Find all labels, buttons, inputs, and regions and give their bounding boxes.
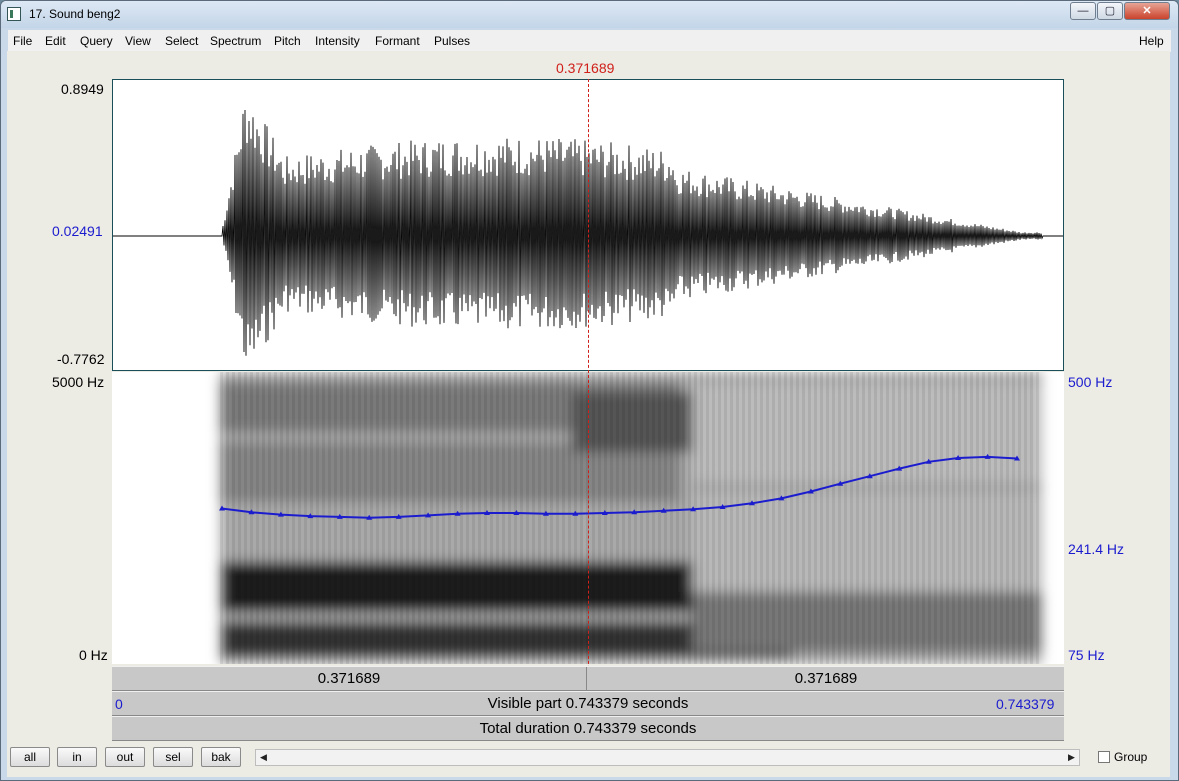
- menu-pitch[interactable]: Pitch: [274, 34, 301, 48]
- menu-pulses[interactable]: Pulses: [434, 34, 470, 48]
- waveform-ymin-label: -0.7762: [57, 351, 105, 367]
- spectrogram-freq-bottom-label: 0 Hz: [79, 647, 108, 663]
- pitch-top-label: 500 Hz: [1068, 374, 1113, 390]
- scroll-left-icon[interactable]: ◀: [256, 750, 271, 765]
- minimize-button[interactable]: —: [1070, 2, 1096, 20]
- waveform-ymid-label: 0.02491: [52, 223, 103, 239]
- selection-bar[interactable]: 0.371689 0.371689: [112, 666, 1064, 691]
- menu-bar: File Edit Query View Select Spectrum Pit…: [8, 30, 1171, 52]
- scroll-right-icon[interactable]: ▶: [1064, 750, 1079, 765]
- menu-edit[interactable]: Edit: [45, 34, 66, 48]
- left-segment[interactable]: 0.371689: [112, 667, 587, 690]
- left-segment-label: 0.371689: [317, 670, 381, 687]
- zoom-out-button[interactable]: out: [105, 747, 145, 767]
- total-duration-bar[interactable]: Total duration 0.743379 seconds: [112, 716, 1064, 741]
- group-label: Group: [1114, 750, 1148, 764]
- total-duration-label: Total duration 0.743379 seconds: [479, 720, 697, 737]
- zoom-in-button[interactable]: in: [57, 747, 97, 767]
- visible-part-label: Visible part 0.743379 seconds: [487, 695, 689, 712]
- visible-start-label: 0: [115, 696, 123, 712]
- pitch-mid-label: 241.4 Hz: [1068, 541, 1125, 557]
- visible-end-label: 0.743379: [996, 696, 1055, 712]
- spectrogram-freq-top-label: 5000 Hz: [52, 374, 105, 390]
- zoom-selection-button[interactable]: sel: [153, 747, 193, 767]
- window-title: 17. Sound beng2: [29, 7, 121, 21]
- menu-view[interactable]: View: [125, 34, 151, 48]
- bottom-toolbar: all in out sel bak ◀ ▶ Group: [7, 741, 1170, 777]
- menu-intensity[interactable]: Intensity: [315, 34, 360, 48]
- app-icon: [7, 7, 21, 21]
- group-checkbox[interactable]: [1098, 751, 1110, 763]
- menu-query[interactable]: Query: [80, 34, 113, 48]
- horizontal-scrollbar[interactable]: ◀ ▶: [255, 749, 1080, 766]
- zoom-all-button[interactable]: all: [10, 747, 50, 767]
- right-segment-label: 0.371689: [794, 670, 858, 687]
- title-bar[interactable]: 17. Sound beng2 — ▢ ✕: [1, 1, 1178, 28]
- maximize-button[interactable]: ▢: [1097, 2, 1123, 20]
- cursor-time-label: 0.371689: [556, 60, 615, 76]
- pitch-bottom-label: 75 Hz: [1068, 647, 1105, 663]
- close-button[interactable]: ✕: [1124, 2, 1170, 20]
- cursor-line: [588, 79, 589, 694]
- menu-help[interactable]: Help: [1139, 34, 1164, 48]
- menu-spectrum[interactable]: Spectrum: [210, 34, 261, 48]
- menu-formant[interactable]: Formant: [375, 34, 420, 48]
- right-segment[interactable]: 0.371689: [588, 667, 1064, 690]
- menu-select[interactable]: Select: [165, 34, 198, 48]
- menu-file[interactable]: File: [13, 34, 32, 48]
- zoom-back-button[interactable]: bak: [201, 747, 241, 767]
- waveform-ymax-label: 0.8949: [61, 81, 104, 97]
- visible-part-bar[interactable]: Visible part 0.743379 seconds: [112, 691, 1064, 716]
